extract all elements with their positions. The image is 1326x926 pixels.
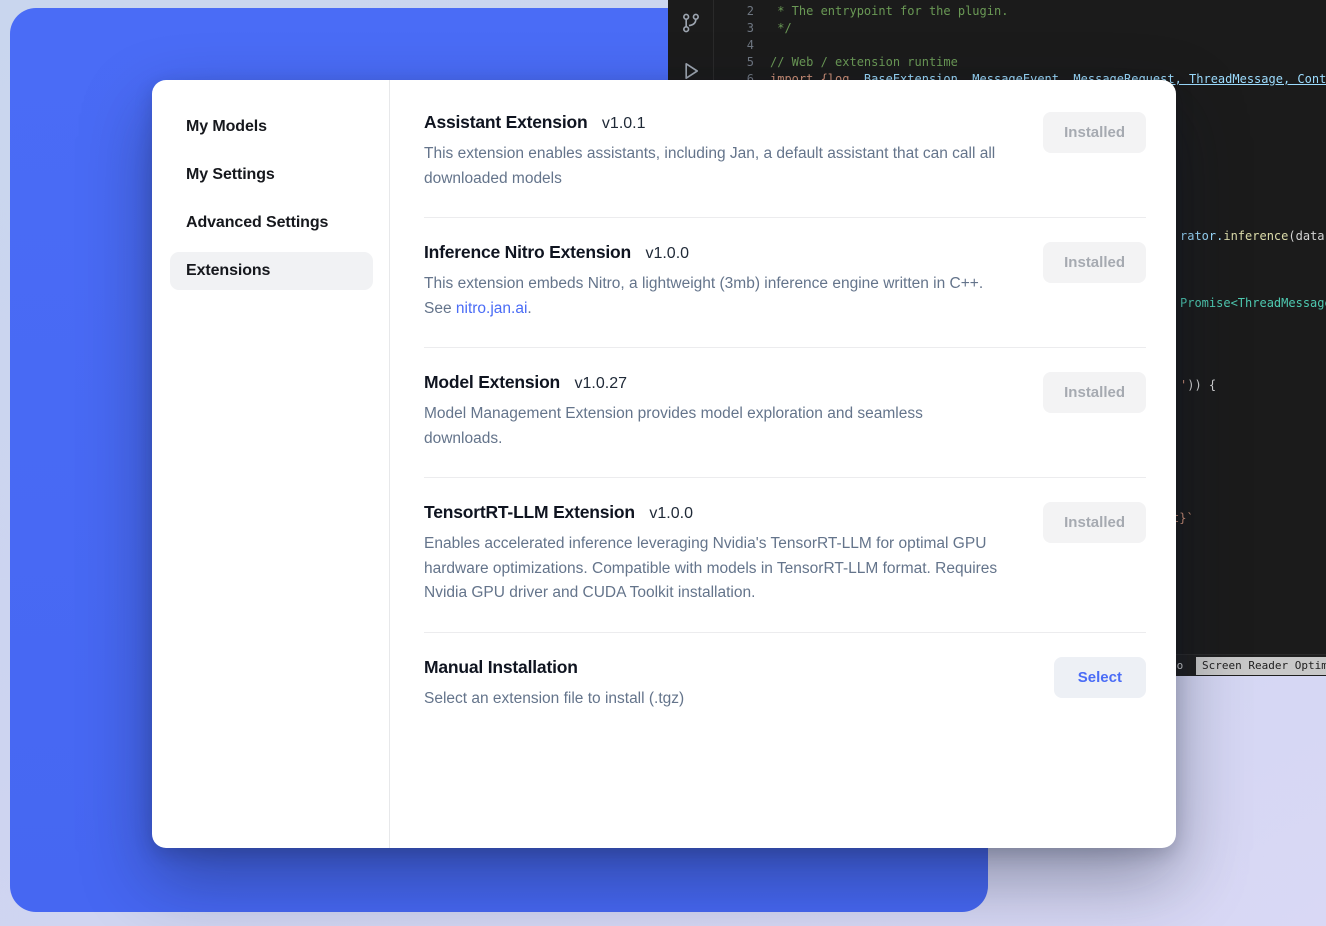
run-debug-icon[interactable] [680,60,702,82]
extension-title: Model Extension [424,372,560,392]
extension-description: Model Management Extension provides mode… [424,402,1002,451]
settings-sidebar: My Models My Settings Advanced Settings … [152,80,390,848]
extension-info: Model Extension v1.0.27 Model Management… [424,372,1002,451]
extension-info: Inference Nitro Extension v1.0.0 This ex… [424,242,1002,321]
extension-version: v1.0.1 [602,115,646,132]
extension-row-assistant: Assistant Extension v1.0.1 This extensio… [424,96,1146,218]
code-text: inference [1223,229,1288,243]
code-text: )) { [1187,378,1216,392]
source-control-icon[interactable] [680,12,702,34]
line-number: 2 [724,3,754,20]
code-area: 2 * The entrypoint for the plugin. 3 */ … [724,3,1326,88]
extensions-panel: Assistant Extension v1.0.1 This extensio… [390,80,1176,848]
extension-title: Inference Nitro Extension [424,242,631,262]
code-text: (data)); [1288,229,1326,243]
extension-info: Manual Installation Select an extension … [424,657,684,712]
installed-button[interactable]: Installed [1043,242,1146,283]
manual-installation-row: Manual Installation Select an extension … [424,633,1146,738]
screen-reader-notice[interactable]: Screen Reader Optimized [1196,657,1326,675]
sidebar-item-my-models[interactable]: My Models [170,108,373,146]
code-fragment: Promise<ThreadMessage> [1180,296,1326,310]
extension-description: This extension enables assistants, inclu… [424,142,1002,191]
code-fragment: rator.inference(data)); [1180,229,1326,243]
extension-title-line: Assistant Extension v1.0.1 [424,112,1002,133]
select-file-button[interactable]: Select [1054,657,1146,698]
extension-version: v1.0.27 [575,375,627,392]
extension-info: TensortRT-LLM Extension v1.0.0 Enables a… [424,502,1002,606]
extension-title-line: Manual Installation [424,657,684,678]
extension-row-tensorrt: TensortRT-LLM Extension v1.0.0 Enables a… [424,478,1146,633]
sidebar-item-my-settings[interactable]: My Settings [170,156,373,194]
line-number: 3 [724,20,754,37]
code-line: 3 */ [724,20,1326,37]
extension-title-line: Model Extension v1.0.27 [424,372,1002,393]
code-line: 2 * The entrypoint for the plugin. [724,3,1326,20]
code-text: */ [770,20,792,37]
nitro-jan-ai-link[interactable]: nitro.jan.ai [456,300,528,317]
line-number: 4 [724,37,754,54]
extension-version: v1.0.0 [649,505,693,522]
code-text: // Web / extension runtime [770,54,958,71]
extension-row-nitro: Inference Nitro Extension v1.0.0 This ex… [424,218,1146,348]
extension-title-line: Inference Nitro Extension v1.0.0 [424,242,1002,263]
extension-info: Assistant Extension v1.0.1 This extensio… [424,112,1002,191]
installed-button[interactable]: Installed [1043,112,1146,153]
code-line: 5 // Web / extension runtime [724,54,1326,71]
extension-description: Select an extension file to install (.tg… [424,687,684,712]
code-fragment: ')) { [1180,378,1216,392]
installed-button[interactable]: Installed [1043,502,1146,543]
extension-title: TensortRT-LLM Extension [424,502,635,522]
extension-description-suffix: . [527,300,531,317]
extension-row-model: Model Extension v1.0.27 Model Management… [424,348,1146,478]
code-text: * The entrypoint for the plugin. [770,3,1008,20]
code-text: rator. [1180,229,1223,243]
extension-title: Manual Installation [424,657,578,677]
sidebar-item-extensions[interactable]: Extensions [170,252,373,290]
extension-title-line: TensortRT-LLM Extension v1.0.0 [424,502,1002,523]
extension-description: This extension embeds Nitro, a lightweig… [424,272,1002,321]
sidebar-item-advanced-settings[interactable]: Advanced Settings [170,204,373,242]
settings-modal: My Models My Settings Advanced Settings … [152,80,1176,848]
code-line: 4 [724,37,1326,54]
installed-button[interactable]: Installed [1043,372,1146,413]
extension-description: Enables accelerated inference leveraging… [424,532,1002,606]
extension-title: Assistant Extension [424,112,587,132]
line-number: 5 [724,54,754,71]
extension-version: v1.0.0 [645,245,689,262]
